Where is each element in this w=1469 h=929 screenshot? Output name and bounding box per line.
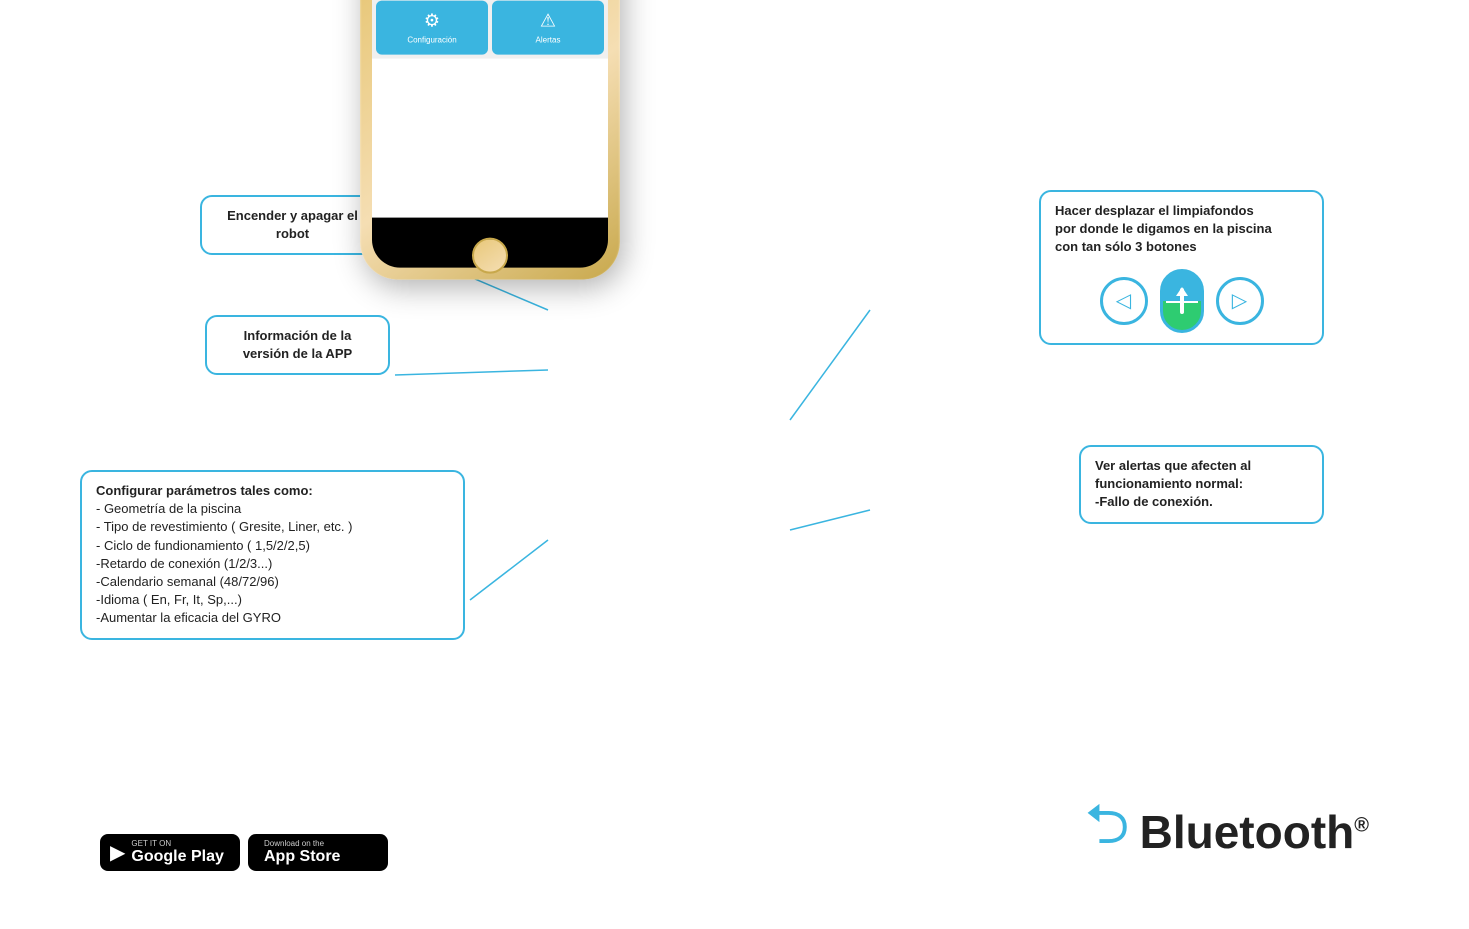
google-play-bottom-text: Google Play (131, 848, 223, 866)
google-play-badge[interactable]: ▶ GET IT ON Google Play (100, 834, 240, 871)
menu-alerts-label: Alertas (536, 36, 561, 45)
bluetooth-label: Bluetooth® (1140, 805, 1369, 859)
app-store-badge[interactable]: Download on the App Store (248, 834, 388, 871)
bluetooth-section: ⮌ Bluetooth® (1085, 784, 1369, 879)
google-play-top-text: GET IT ON (131, 839, 223, 848)
remote-right-btn: ▷ (1216, 277, 1264, 325)
phone-mockup: 15:53 ▐▐▐ ≋ ▮ Inicio ASTRALPOOL 🔷 🏠 ℹ △ … (360, 0, 620, 280)
menu-config[interactable]: ⚙ Configuración (376, 1, 488, 55)
app-store-bottom-text: App Store (264, 848, 340, 866)
phone-home-button[interactable] (472, 238, 508, 274)
phone-screen: 15:53 ▐▐▐ ≋ ▮ Inicio ASTRALPOOL 🔷 🏠 ℹ △ … (372, 0, 608, 268)
callout-power: Encender y apagar el robot (200, 195, 385, 255)
callout-remote-text: Hacer desplazar el limpiafondospor donde… (1055, 202, 1308, 257)
remote-left-btn: ◁ (1100, 277, 1148, 325)
app-store-badges: ▶ GET IT ON Google Play Download on the … (100, 834, 388, 871)
callout-power-text: Encender y apagar el robot (216, 207, 369, 243)
callout-remote: Hacer desplazar el limpiafondospor donde… (1039, 190, 1324, 345)
bluetooth-icon-large: ⮌ (1085, 784, 1130, 879)
callout-config-text: Configurar parámetros tales como: - Geom… (96, 482, 449, 628)
remote-up-btn (1160, 269, 1204, 333)
menu-config-label: Configuración (407, 36, 456, 45)
app-menu-grid: ! Información ((·)) Mando a distancia ⚙ … (372, 0, 608, 59)
app-store-top-text: Download on the (264, 839, 340, 848)
callout-alerts: Ver alertas que afecten al funcionamient… (1079, 445, 1324, 524)
callout-config: Configurar parámetros tales como: - Geom… (80, 470, 465, 640)
app-screen: 15:53 ▐▐▐ ≋ ▮ Inicio ASTRALPOOL 🔷 🏠 ℹ △ … (372, 0, 608, 218)
callout-info-text: Información de laversión de la APP (221, 327, 374, 363)
config-icon: ⚙ (424, 11, 440, 32)
remote-buttons-group: ◁ ▷ (1055, 269, 1308, 333)
google-play-icon: ▶ (110, 840, 125, 865)
callout-info: Información de laversión de la APP (205, 315, 390, 375)
menu-alerts[interactable]: ⚠ Alertas (492, 1, 604, 55)
bluetooth-reg: ® (1354, 814, 1369, 836)
alerts-icon: ⚠ (540, 11, 556, 32)
callout-alerts-text: Ver alertas que afecten al funcionamient… (1095, 457, 1308, 512)
